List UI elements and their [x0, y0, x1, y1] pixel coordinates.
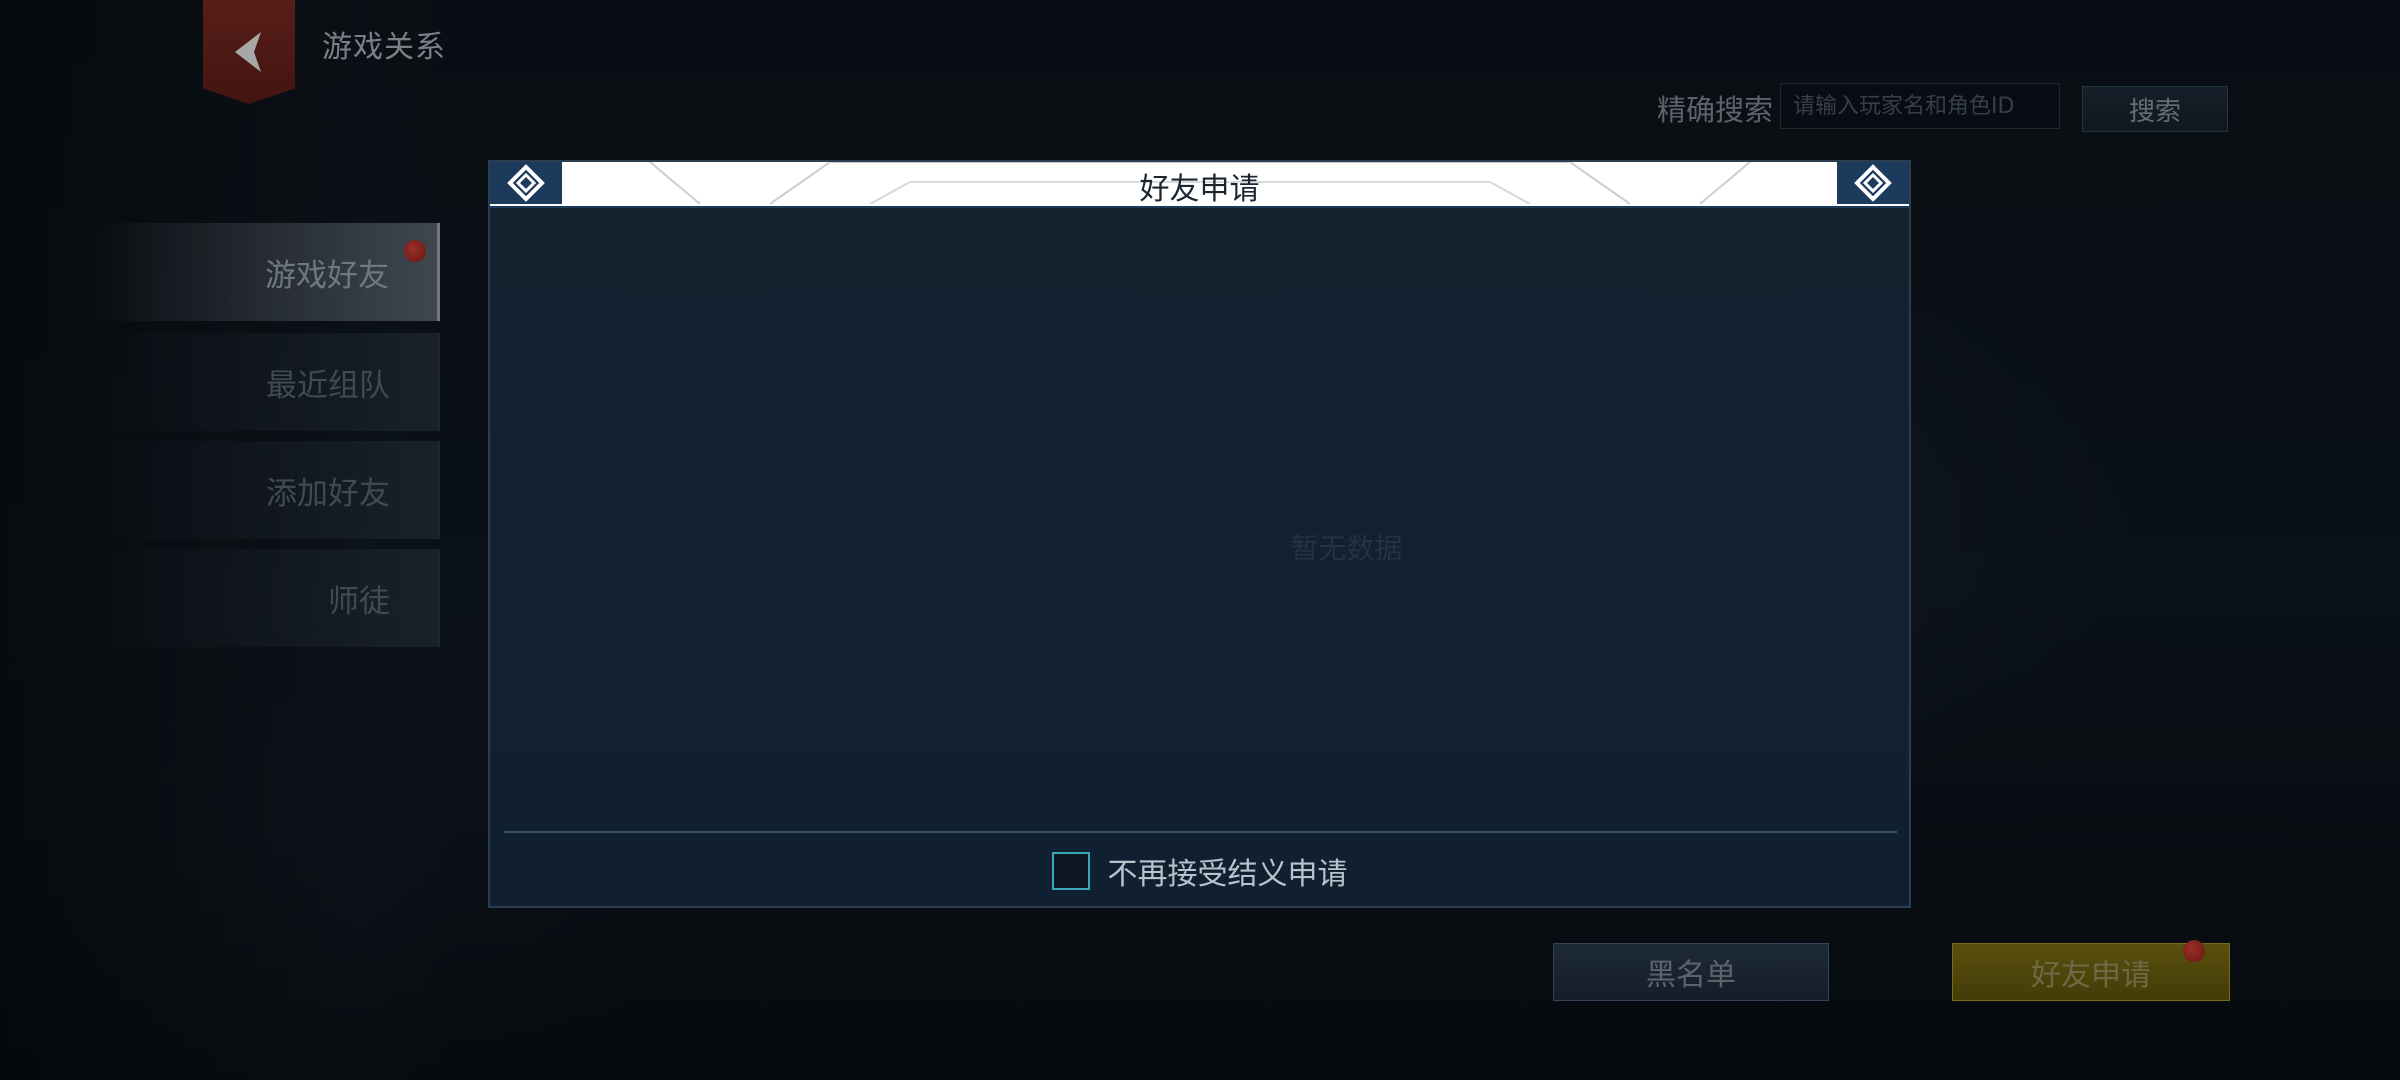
empty-state-text: 暂无数据	[1290, 532, 1403, 565]
reject-requests-option[interactable]: 不再接受结义申请	[490, 849, 1909, 893]
dialog-header: 好友申请	[490, 162, 1909, 208]
friend-request-dialog: 好友申请 暂无数据 不再接受结义申请	[488, 160, 1911, 908]
reject-requests-label: 不再接受结义申请	[1107, 857, 1348, 892]
dialog-divider	[504, 831, 1897, 833]
reject-requests-checkbox[interactable]	[1051, 852, 1090, 890]
dialog-title: 好友申请	[1139, 172, 1260, 207]
